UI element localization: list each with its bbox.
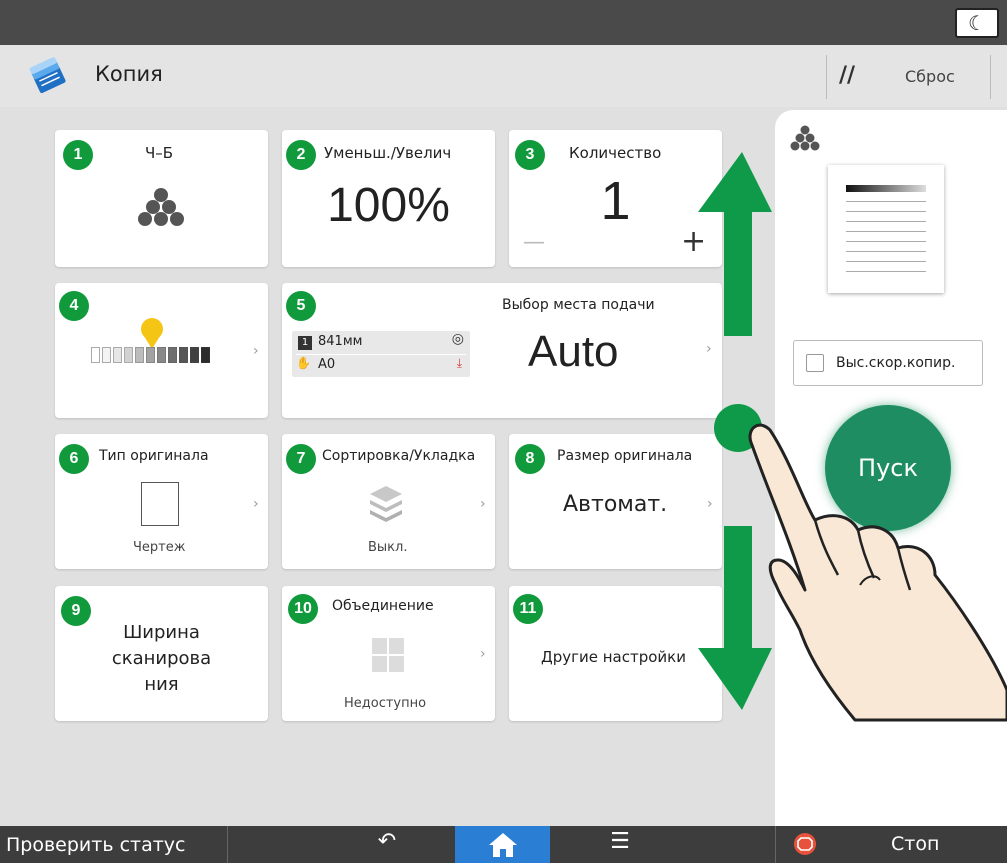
chevron-right-icon: › — [253, 496, 259, 512]
tile-label: Сортировка/Укладка — [322, 448, 476, 464]
moon-icon: ☾ — [968, 11, 986, 35]
chevron-right-icon: › — [480, 496, 486, 512]
scan-width-line: сканирова — [111, 648, 212, 669]
stop-icon — [794, 833, 816, 855]
other-settings-tile[interactable]: 11 Другие настройки — [509, 586, 722, 721]
original-type-tile[interactable]: 6 Тип оригинала › Чертеж — [55, 434, 268, 569]
scan-width-line: ния — [144, 674, 179, 695]
tile-number-badge: 8 — [515, 444, 545, 474]
tile-label: Тип оригинала — [99, 448, 209, 464]
tile-number-badge: 5 — [286, 291, 316, 321]
tray-down-icon: ⤓ — [456, 356, 462, 370]
tile-number-badge: 4 — [59, 291, 89, 321]
tile-label: Размер оригинала — [557, 448, 693, 464]
quantity-minus-button[interactable]: — — [523, 230, 545, 255]
color-mode-icon — [790, 125, 820, 151]
chevron-right-icon: › — [253, 343, 259, 359]
other-settings-label: Другие настройки — [541, 648, 686, 666]
density-scale — [91, 347, 210, 363]
color-mode-tile[interactable]: 1 Ч–Б — [55, 130, 268, 267]
hand-paper-icon: ✋ — [296, 356, 311, 370]
check-status-button[interactable]: Проверить статус — [0, 826, 228, 863]
reset-label: Сброс — [905, 67, 955, 86]
tile-number-badge: 1 — [63, 140, 93, 170]
check-status-label: Проверить статус — [6, 833, 186, 856]
density-pin-icon — [140, 318, 163, 349]
combine-value: Недоступно — [344, 696, 427, 711]
high-speed-label: Выс.скор.копир. — [836, 355, 956, 371]
tile-number-badge: 7 — [286, 444, 316, 474]
original-size-value: Автомат. — [563, 492, 668, 517]
tray-value: Auto — [528, 327, 619, 376]
tile-label: Объединение — [332, 598, 434, 614]
paper-tray-tile[interactable]: 5 Выбор места подачи 1 841мм ◎ ✋ A0 ⤓ Au… — [282, 283, 722, 418]
stop-button[interactable]: Стоп — [775, 826, 1007, 863]
app-header: Копия // Сброс — [0, 45, 1007, 107]
home-button[interactable] — [455, 826, 550, 863]
chevron-right-icon: › — [706, 341, 712, 357]
roll-width-label: 841мм — [318, 334, 363, 349]
reset-button[interactable]: // Сброс — [826, 55, 991, 99]
bottom-bar: Проверить статус ↶ ☰ Стоп — [0, 826, 1007, 863]
start-label: Пуск — [858, 454, 918, 482]
chevron-right-icon: › — [707, 496, 713, 512]
high-speed-copy-toggle[interactable]: Выс.скор.копир. — [793, 340, 983, 386]
tile-number-badge: 3 — [515, 140, 545, 170]
tile-label: Ч–Б — [145, 144, 174, 162]
reset-icon: // — [839, 63, 856, 88]
chevron-right-icon: › — [480, 646, 486, 662]
density-level-indicator — [139, 317, 165, 351]
tile-number-badge: 11 — [513, 594, 543, 624]
combine-tile[interactable]: 10 Объединение › Недоступно — [282, 586, 495, 721]
sort-tile[interactable]: 7 Сортировка/Укладка › Выкл. — [282, 434, 495, 569]
high-speed-checkbox[interactable] — [806, 354, 824, 372]
density-tile[interactable]: 4 › — [55, 283, 268, 418]
app-title: Копия — [95, 62, 163, 86]
menu-button[interactable]: ☰ — [598, 829, 642, 859]
copy-app-icon — [29, 57, 66, 94]
menu-icon: ☰ — [610, 829, 630, 854]
quantity-tile[interactable]: 3 Количество 1 — + — [509, 130, 722, 267]
tile-number-badge: 10 — [288, 594, 318, 624]
paper-size-label: A0 — [318, 357, 336, 372]
scan-width-tile[interactable]: 9 Ширина сканирова ния — [55, 586, 268, 721]
blank-document-icon — [141, 482, 179, 526]
tray-info-box: 1 841мм ◎ ✋ A0 ⤓ — [292, 331, 470, 377]
roll-number-badge: 1 — [298, 336, 312, 350]
original-size-tile[interactable]: 8 Размер оригинала Автомат. › — [509, 434, 722, 569]
scan-width-line: Ширина — [123, 622, 200, 643]
energy-saver-button[interactable]: ☾ — [955, 8, 999, 38]
roll-feed-icon: ◎ — [451, 331, 464, 347]
tile-label: Выбор места подачи — [502, 297, 655, 313]
quantity-plus-button[interactable]: + — [681, 224, 706, 259]
original-type-value: Чертеж — [133, 540, 186, 555]
tile-label: Уменьш./Увелич — [324, 144, 452, 162]
tile-label: Количество — [569, 144, 662, 162]
tile-number-badge: 6 — [59, 444, 89, 474]
quantity-value: 1 — [600, 171, 631, 231]
sort-value: Выкл. — [368, 540, 408, 555]
preview-sidebar: Выс.скор.копир. Пуск — [775, 110, 1007, 826]
copy-preview — [828, 165, 944, 293]
zoom-value: 100% — [327, 179, 450, 232]
back-button[interactable]: ↶ — [362, 829, 412, 859]
zoom-tile[interactable]: 2 Уменьш./Увелич 100% — [282, 130, 495, 267]
top-bar: ☾ — [0, 0, 1007, 45]
stop-label: Стоп — [891, 833, 940, 855]
start-button[interactable]: Пуск — [825, 405, 951, 531]
combine-grid-icon — [372, 638, 404, 672]
scan-width-label: Ширина сканирова ния — [55, 620, 268, 698]
black-toner-icon — [138, 188, 184, 226]
home-icon — [488, 832, 517, 857]
stack-layers-icon — [370, 486, 402, 522]
back-icon: ↶ — [377, 829, 397, 854]
tile-number-badge: 2 — [286, 140, 316, 170]
